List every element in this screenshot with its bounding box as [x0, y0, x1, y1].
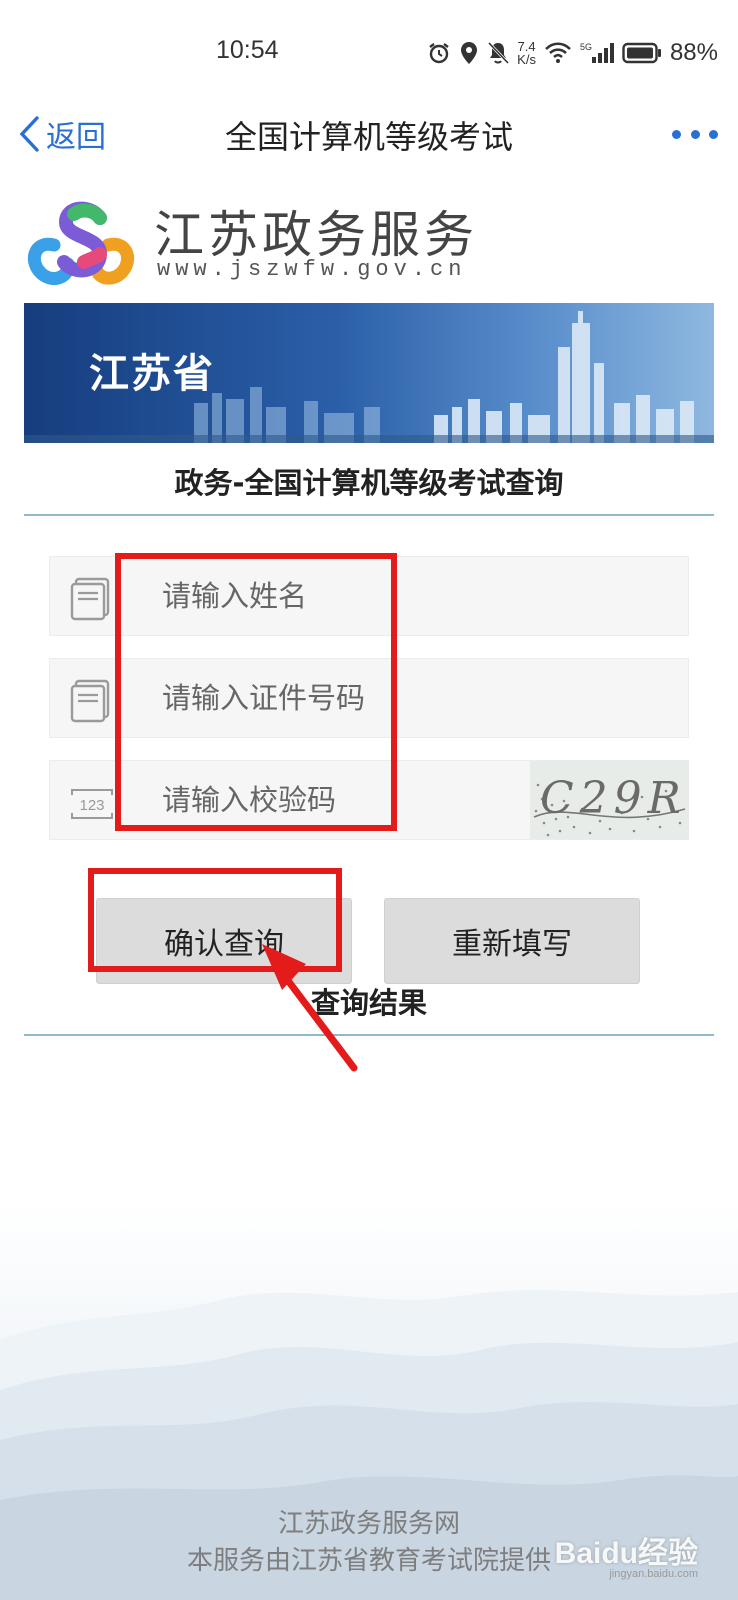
reset-button[interactable]: 重新填写	[384, 898, 640, 984]
location-icon	[461, 42, 478, 64]
status-bar: 10:54 7.4 K/s 5G 88%	[0, 0, 738, 100]
jiangsu-logo-icon	[27, 201, 135, 285]
battery-percent: 88%	[669, 39, 718, 66]
annotation-input-box	[115, 553, 397, 831]
network-speed: 7.4 K/s	[517, 40, 536, 66]
captcha-text: C29R	[540, 773, 687, 824]
status-icons: 7.4 K/s 5G 88%	[427, 36, 718, 70]
cell-signal-icon: 5G	[580, 42, 614, 63]
id-card-icon	[70, 577, 110, 621]
number-code-icon: 123	[71, 789, 113, 819]
form-divider	[24, 514, 714, 516]
status-time: 10:54	[216, 36, 279, 64]
province-banner: 江苏省	[24, 303, 714, 443]
logo-url: www.jszwfw.gov.cn	[157, 257, 467, 282]
alarm-icon	[429, 43, 449, 64]
number-code-icon-text: 123	[79, 797, 104, 814]
id-card-icon	[70, 679, 110, 723]
mute-bell-icon	[488, 41, 510, 65]
site-logo: 江苏政务服务 www.jszwfw.gov.cn	[24, 195, 504, 290]
more-options-icon[interactable]	[672, 122, 718, 146]
wifi-icon	[545, 42, 571, 63]
baidu-watermark: Baidu经验	[554, 1537, 698, 1570]
baidu-watermark-url: jingyan.baidu.com	[609, 1568, 698, 1580]
annotation-arrow	[262, 944, 358, 1072]
banner-title: 江苏省	[89, 351, 215, 397]
nav-bar: 返回 全国计算机等级考试	[0, 100, 738, 170]
form-heading: 政务-全国计算机等级考试查询	[174, 466, 564, 500]
network-type-label: 5G	[580, 42, 592, 52]
captcha-image[interactable]: C29R	[530, 761, 689, 839]
page-title: 全国计算机等级考试	[224, 118, 513, 156]
network-speed-unit: K/s	[517, 52, 536, 67]
battery-icon	[622, 42, 661, 64]
